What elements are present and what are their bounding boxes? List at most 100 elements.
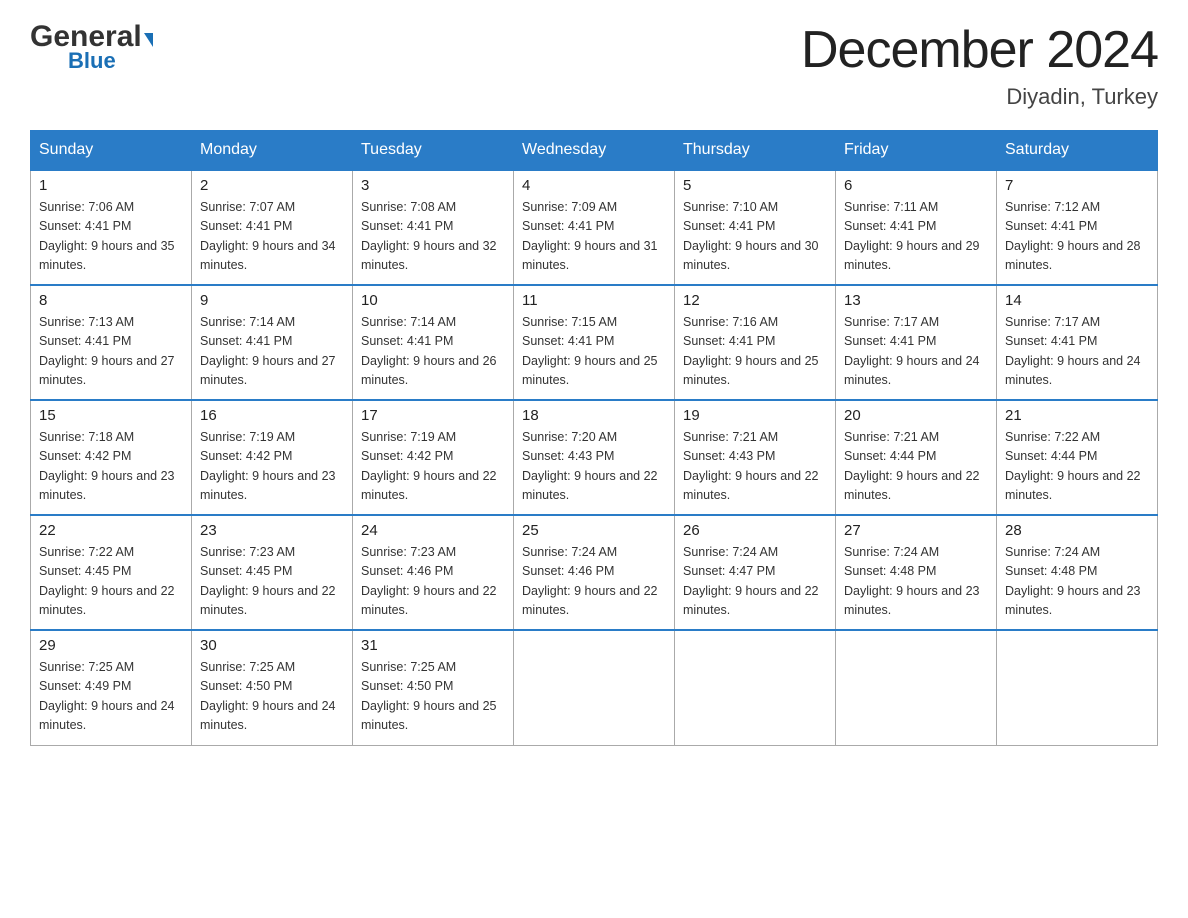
table-row: 29 Sunrise: 7:25 AM Sunset: 4:49 PM Dayl… bbox=[31, 630, 192, 745]
table-row: 31 Sunrise: 7:25 AM Sunset: 4:50 PM Dayl… bbox=[353, 630, 514, 745]
day-number: 6 bbox=[844, 177, 988, 194]
calendar-table: Sunday Monday Tuesday Wednesday Thursday… bbox=[30, 130, 1158, 746]
sunrise-label: Sunrise: 7:13 AM bbox=[39, 315, 134, 329]
day-info: Sunrise: 7:14 AM Sunset: 4:41 PM Dayligh… bbox=[361, 313, 505, 391]
table-row: 28 Sunrise: 7:24 AM Sunset: 4:48 PM Dayl… bbox=[997, 515, 1158, 630]
day-info: Sunrise: 7:22 AM Sunset: 4:44 PM Dayligh… bbox=[1005, 428, 1149, 506]
table-row: 22 Sunrise: 7:22 AM Sunset: 4:45 PM Dayl… bbox=[31, 515, 192, 630]
table-row: 23 Sunrise: 7:23 AM Sunset: 4:45 PM Dayl… bbox=[192, 515, 353, 630]
table-row bbox=[836, 630, 997, 745]
table-row: 2 Sunrise: 7:07 AM Sunset: 4:41 PM Dayli… bbox=[192, 170, 353, 285]
sunrise-label: Sunrise: 7:11 AM bbox=[844, 200, 938, 214]
table-row: 13 Sunrise: 7:17 AM Sunset: 4:41 PM Dayl… bbox=[836, 285, 997, 400]
day-number: 27 bbox=[844, 522, 988, 539]
sunset-label: Sunset: 4:44 PM bbox=[844, 449, 936, 463]
day-info: Sunrise: 7:08 AM Sunset: 4:41 PM Dayligh… bbox=[361, 198, 505, 276]
sunrise-label: Sunrise: 7:25 AM bbox=[39, 660, 134, 674]
month-title: December 2024 bbox=[801, 20, 1158, 80]
daylight-label: Daylight: 9 hours and 22 minutes. bbox=[39, 584, 175, 617]
day-info: Sunrise: 7:24 AM Sunset: 4:46 PM Dayligh… bbox=[522, 543, 666, 621]
day-info: Sunrise: 7:25 AM Sunset: 4:50 PM Dayligh… bbox=[200, 658, 344, 736]
sunset-label: Sunset: 4:41 PM bbox=[361, 219, 453, 233]
sunset-label: Sunset: 4:45 PM bbox=[200, 564, 292, 578]
day-info: Sunrise: 7:24 AM Sunset: 4:48 PM Dayligh… bbox=[844, 543, 988, 621]
day-info: Sunrise: 7:17 AM Sunset: 4:41 PM Dayligh… bbox=[844, 313, 988, 391]
table-row bbox=[997, 630, 1158, 745]
sunset-label: Sunset: 4:41 PM bbox=[844, 219, 936, 233]
day-info: Sunrise: 7:16 AM Sunset: 4:41 PM Dayligh… bbox=[683, 313, 827, 391]
table-row: 25 Sunrise: 7:24 AM Sunset: 4:46 PM Dayl… bbox=[514, 515, 675, 630]
day-number: 9 bbox=[200, 292, 344, 309]
day-info: Sunrise: 7:18 AM Sunset: 4:42 PM Dayligh… bbox=[39, 428, 183, 506]
day-number: 3 bbox=[361, 177, 505, 194]
sunset-label: Sunset: 4:41 PM bbox=[683, 334, 775, 348]
daylight-label: Daylight: 9 hours and 22 minutes. bbox=[361, 469, 497, 502]
daylight-label: Daylight: 9 hours and 22 minutes. bbox=[361, 584, 497, 617]
sunset-label: Sunset: 4:42 PM bbox=[39, 449, 131, 463]
table-row: 26 Sunrise: 7:24 AM Sunset: 4:47 PM Dayl… bbox=[675, 515, 836, 630]
daylight-label: Daylight: 9 hours and 28 minutes. bbox=[1005, 239, 1141, 272]
calendar-week-row: 8 Sunrise: 7:13 AM Sunset: 4:41 PM Dayli… bbox=[31, 285, 1158, 400]
table-row: 27 Sunrise: 7:24 AM Sunset: 4:48 PM Dayl… bbox=[836, 515, 997, 630]
sunset-label: Sunset: 4:43 PM bbox=[683, 449, 775, 463]
table-row bbox=[514, 630, 675, 745]
daylight-label: Daylight: 9 hours and 22 minutes. bbox=[522, 469, 658, 502]
logo-triangle-icon bbox=[144, 33, 153, 47]
daylight-label: Daylight: 9 hours and 35 minutes. bbox=[39, 239, 175, 272]
sunrise-label: Sunrise: 7:14 AM bbox=[200, 315, 295, 329]
day-info: Sunrise: 7:15 AM Sunset: 4:41 PM Dayligh… bbox=[522, 313, 666, 391]
day-info: Sunrise: 7:23 AM Sunset: 4:45 PM Dayligh… bbox=[200, 543, 344, 621]
table-row: 20 Sunrise: 7:21 AM Sunset: 4:44 PM Dayl… bbox=[836, 400, 997, 515]
sunrise-label: Sunrise: 7:23 AM bbox=[200, 545, 295, 559]
daylight-label: Daylight: 9 hours and 29 minutes. bbox=[844, 239, 980, 272]
day-number: 1 bbox=[39, 177, 183, 194]
daylight-label: Daylight: 9 hours and 27 minutes. bbox=[39, 354, 175, 387]
day-number: 19 bbox=[683, 407, 827, 424]
col-friday: Friday bbox=[836, 131, 997, 171]
table-row: 14 Sunrise: 7:17 AM Sunset: 4:41 PM Dayl… bbox=[997, 285, 1158, 400]
sunrise-label: Sunrise: 7:24 AM bbox=[844, 545, 939, 559]
sunset-label: Sunset: 4:41 PM bbox=[200, 219, 292, 233]
day-info: Sunrise: 7:10 AM Sunset: 4:41 PM Dayligh… bbox=[683, 198, 827, 276]
col-thursday: Thursday bbox=[675, 131, 836, 171]
day-number: 12 bbox=[683, 292, 827, 309]
daylight-label: Daylight: 9 hours and 24 minutes. bbox=[200, 699, 336, 732]
col-saturday: Saturday bbox=[997, 131, 1158, 171]
table-row: 30 Sunrise: 7:25 AM Sunset: 4:50 PM Dayl… bbox=[192, 630, 353, 745]
table-row bbox=[675, 630, 836, 745]
day-number: 20 bbox=[844, 407, 988, 424]
day-info: Sunrise: 7:19 AM Sunset: 4:42 PM Dayligh… bbox=[361, 428, 505, 506]
day-number: 14 bbox=[1005, 292, 1149, 309]
logo: General Blue bbox=[30, 20, 153, 74]
sunset-label: Sunset: 4:41 PM bbox=[361, 334, 453, 348]
sunrise-label: Sunrise: 7:18 AM bbox=[39, 430, 134, 444]
sunset-label: Sunset: 4:41 PM bbox=[39, 219, 131, 233]
table-row: 24 Sunrise: 7:23 AM Sunset: 4:46 PM Dayl… bbox=[353, 515, 514, 630]
day-info: Sunrise: 7:22 AM Sunset: 4:45 PM Dayligh… bbox=[39, 543, 183, 621]
table-row: 17 Sunrise: 7:19 AM Sunset: 4:42 PM Dayl… bbox=[353, 400, 514, 515]
table-row: 8 Sunrise: 7:13 AM Sunset: 4:41 PM Dayli… bbox=[31, 285, 192, 400]
day-number: 8 bbox=[39, 292, 183, 309]
day-number: 31 bbox=[361, 637, 505, 654]
sunrise-label: Sunrise: 7:23 AM bbox=[361, 545, 456, 559]
sunrise-label: Sunrise: 7:24 AM bbox=[683, 545, 778, 559]
day-info: Sunrise: 7:11 AM Sunset: 4:41 PM Dayligh… bbox=[844, 198, 988, 276]
table-row: 9 Sunrise: 7:14 AM Sunset: 4:41 PM Dayli… bbox=[192, 285, 353, 400]
daylight-label: Daylight: 9 hours and 23 minutes. bbox=[39, 469, 175, 502]
table-row: 7 Sunrise: 7:12 AM Sunset: 4:41 PM Dayli… bbox=[997, 170, 1158, 285]
sunset-label: Sunset: 4:43 PM bbox=[522, 449, 614, 463]
sunrise-label: Sunrise: 7:07 AM bbox=[200, 200, 295, 214]
sunset-label: Sunset: 4:50 PM bbox=[200, 679, 292, 693]
sunrise-label: Sunrise: 7:21 AM bbox=[683, 430, 778, 444]
day-info: Sunrise: 7:07 AM Sunset: 4:41 PM Dayligh… bbox=[200, 198, 344, 276]
col-tuesday: Tuesday bbox=[353, 131, 514, 171]
day-info: Sunrise: 7:25 AM Sunset: 4:49 PM Dayligh… bbox=[39, 658, 183, 736]
day-number: 18 bbox=[522, 407, 666, 424]
daylight-label: Daylight: 9 hours and 25 minutes. bbox=[522, 354, 658, 387]
sunset-label: Sunset: 4:50 PM bbox=[361, 679, 453, 693]
daylight-label: Daylight: 9 hours and 23 minutes. bbox=[1005, 584, 1141, 617]
sunrise-label: Sunrise: 7:24 AM bbox=[1005, 545, 1100, 559]
sunset-label: Sunset: 4:41 PM bbox=[683, 219, 775, 233]
sunset-label: Sunset: 4:44 PM bbox=[1005, 449, 1097, 463]
day-number: 30 bbox=[200, 637, 344, 654]
